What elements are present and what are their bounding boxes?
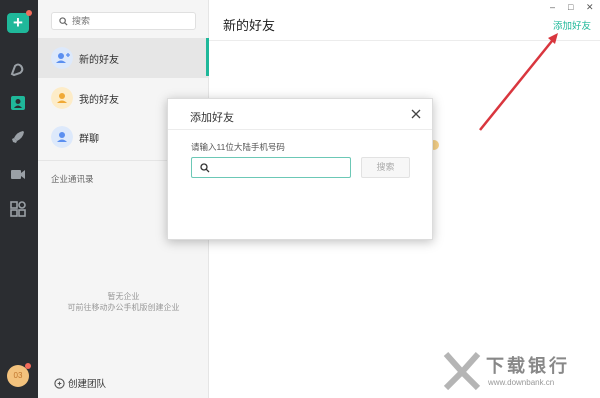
add-friend-dialog: 添加好友 请输入11位大陆手机号码 搜索 (167, 98, 433, 240)
phone-prompt: 请输入11位大陆手机号码 (191, 142, 285, 152)
search-icon (59, 17, 68, 26)
app-rail: + 03 (0, 0, 38, 398)
contacts-icon[interactable] (9, 94, 27, 112)
close-icon[interactable] (409, 107, 423, 121)
apps-icon[interactable] (9, 200, 27, 218)
empty-state-hint: 可前往移动办公手机版创建企业 (67, 303, 180, 312)
watermark: 下载银行 www.downbank.cn (438, 348, 598, 396)
search-button[interactable]: 搜索 (361, 157, 410, 178)
page-title: 新的好友 (223, 18, 276, 33)
empty-state-title: 暂无企业 (107, 292, 140, 301)
sidebar-item-label: 新的好友 (79, 55, 119, 66)
user-icon (51, 87, 73, 109)
sidebar-item-label: 群聊 (79, 134, 99, 145)
watermark-url: www.downbank.cn (488, 378, 555, 387)
video-icon[interactable] (9, 165, 27, 183)
search-icon (200, 163, 210, 173)
chat-icon[interactable] (9, 61, 27, 79)
enterprise-directory-title: 企业通讯录 (51, 174, 94, 184)
watermark-logo-icon (443, 352, 481, 391)
create-team-button[interactable]: 创建团队 (54, 376, 106, 390)
notification-dot (26, 10, 32, 16)
watermark-name: 下载银行 (486, 356, 570, 376)
rocket-icon[interactable] (9, 128, 27, 146)
search-placeholder: 搜索 (72, 16, 91, 26)
sidebar-item-new-friends[interactable]: 新的好友 (38, 38, 209, 78)
minimize-button[interactable]: – (550, 2, 555, 12)
avatar-text: 03 (13, 371, 23, 380)
add-user-icon (51, 47, 73, 69)
close-window-button[interactable]: ✕ (586, 2, 594, 13)
group-icon (51, 126, 73, 148)
user-avatar[interactable]: 03 (7, 363, 31, 387)
maximize-button[interactable]: □ (568, 2, 573, 12)
annotation-arrow (479, 33, 558, 131)
plus-icon[interactable]: + (7, 10, 32, 33)
search-input[interactable]: 搜索 (51, 12, 196, 30)
phone-input[interactable] (191, 157, 351, 178)
dialog-title: 添加好友 (190, 112, 234, 124)
create-team-label: 创建团队 (68, 379, 107, 390)
sidebar-item-label: 我的好友 (79, 95, 119, 106)
team-icon (54, 378, 65, 389)
notification-dot (25, 363, 31, 369)
dialog-divider (168, 129, 432, 130)
